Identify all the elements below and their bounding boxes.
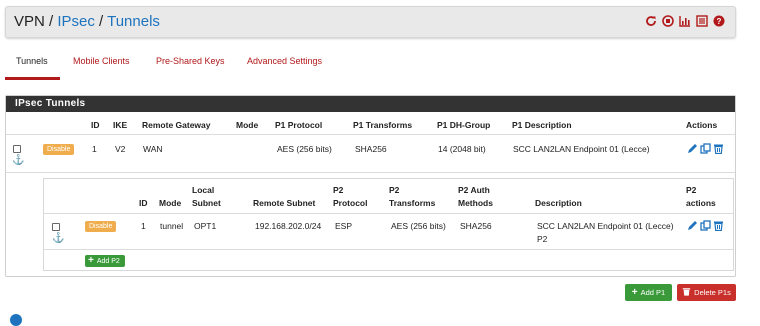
trash-icon <box>682 287 691 298</box>
p2-col-protocol-line2: Protocol <box>333 198 368 208</box>
divider <box>6 172 735 173</box>
add-p2-button[interactable]: + Add P2 <box>85 255 125 267</box>
col-p1-protocol: P1 Protocol <box>275 120 323 130</box>
plus-icon: + <box>631 286 638 298</box>
add-p2-label: Add P2 <box>96 257 120 265</box>
p2-description-line2: P2 <box>537 234 548 244</box>
add-p1-button[interactable]: + Add P1 <box>625 284 672 301</box>
trash-icon[interactable] <box>713 220 724 231</box>
col-actions: Actions <box>686 120 718 130</box>
col-mode: Mode <box>236 120 259 130</box>
p2-local-subnet: OPT1 <box>194 221 217 231</box>
tab-pre-shared-keys[interactable]: Pre-Shared Keys <box>156 56 225 66</box>
p2-select-checkbox[interactable] <box>52 223 60 231</box>
panel-title: IPsec Tunnels <box>6 96 735 112</box>
tab-bar: Tunnels Mobile Clients Pre-Shared Keys A… <box>5 56 736 82</box>
p1-select-checkbox[interactable] <box>13 145 21 153</box>
edit-icon[interactable] <box>687 143 698 154</box>
p1-actions <box>687 143 724 154</box>
p2-col-description: Description <box>535 198 582 208</box>
divider <box>6 134 735 135</box>
col-p1-transforms: P1 Transforms <box>353 120 413 130</box>
ipsec-tunnels-panel: IPsec Tunnels ID IKE Remote Gateway Mode… <box>5 95 736 277</box>
delete-p1s-button[interactable]: Delete P1s <box>677 284 736 301</box>
col-ike: IKE <box>113 120 128 130</box>
svg-text:?: ? <box>717 17 722 26</box>
p2-table: ID Mode Local Subnet Remote Subnet P2 Pr… <box>43 178 734 271</box>
tab-mobile-clients[interactable]: Mobile Clients <box>73 56 130 66</box>
p1-protocol: AES (256 bits) <box>277 144 332 154</box>
p2-col-transforms-line1: P2 <box>389 185 400 195</box>
edit-icon[interactable] <box>687 220 698 231</box>
p2-col-auth-line2: Methods <box>458 198 493 208</box>
list-icon[interactable] <box>696 15 708 27</box>
p1-id: 1 <box>92 144 97 154</box>
p1-ike: V2 <box>115 144 126 154</box>
copy-icon[interactable] <box>700 220 711 231</box>
plus-icon: + <box>88 255 94 266</box>
col-p1-dh-group: P1 DH-Group <box>437 120 491 130</box>
add-p1-label: Add P1 <box>640 288 666 297</box>
breadcrumb: VPN / IPsec / Tunnels <box>14 13 160 30</box>
p1-description: SCC LAN2LAN Endpoint 01 (Lecce) <box>513 144 650 154</box>
divider <box>44 213 733 214</box>
tab-advanced-settings[interactable]: Advanced Settings <box>247 56 322 66</box>
p2-actions <box>687 220 724 231</box>
col-remote-gateway: Remote Gateway <box>142 120 211 130</box>
p1-transforms: SHA256 <box>355 144 387 154</box>
p2-col-remote-subnet: Remote Subnet <box>253 198 316 208</box>
tab-tunnels[interactable]: Tunnels <box>16 56 48 66</box>
trash-icon[interactable] <box>713 143 724 154</box>
delete-p1s-label: Delete P1s <box>694 288 731 297</box>
p1-remote-gateway: WAN <box>143 144 163 154</box>
p2-protocol: ESP <box>335 221 353 231</box>
p1-disable-button[interactable]: Disable <box>43 144 75 155</box>
chart-icon[interactable] <box>679 15 691 27</box>
p2-col-actions-line1: P2 <box>686 185 697 195</box>
anchor-icon[interactable]: ⚓ <box>12 156 24 166</box>
p2-col-transforms-line2: Transforms <box>389 198 436 208</box>
breadcrumb-ipsec-link[interactable]: IPsec <box>57 13 95 30</box>
reload-icon[interactable] <box>645 15 657 27</box>
stop-icon[interactable] <box>662 15 674 27</box>
anchor-icon[interactable]: ⚓ <box>52 234 64 244</box>
p2-col-protocol-line1: P2 <box>333 185 344 195</box>
col-p1-description: P1 Description <box>512 120 572 130</box>
divider <box>44 249 733 250</box>
p2-remote-subnet: 192.168.202.0/24 <box>255 221 322 231</box>
p2-col-id: ID <box>139 198 148 208</box>
p2-col-auth-line1: P2 Auth <box>458 185 490 195</box>
header-icon-group: ? <box>645 15 725 27</box>
breadcrumb-tunnels-link[interactable]: Tunnels <box>107 13 160 30</box>
copy-icon[interactable] <box>700 143 711 154</box>
p2-mode: tunnel <box>160 221 184 231</box>
breadcrumb-separator: / <box>94 13 108 30</box>
active-tab-indicator <box>5 77 60 80</box>
p2-col-mode: Mode <box>159 198 182 208</box>
page-header: VPN / IPsec / Tunnels ? <box>5 6 736 38</box>
p2-id: 1 <box>141 221 146 231</box>
info-icon[interactable] <box>10 314 22 326</box>
col-id: ID <box>91 120 100 130</box>
breadcrumb-separator: / <box>44 13 58 30</box>
breadcrumb-vpn: VPN <box>14 13 45 30</box>
p2-col-local-subnet-line2: Subnet <box>192 198 221 208</box>
p2-col-actions-line2: actions <box>686 198 716 208</box>
p2-col-local-subnet-line1: Local <box>192 185 215 195</box>
p2-auth: SHA256 <box>460 221 492 231</box>
p2-transforms: AES (256 bits) <box>391 221 446 231</box>
p2-disable-button[interactable]: Disable <box>85 221 117 232</box>
p2-description: SCC LAN2LAN Endpoint 01 (Lecce) <box>537 221 674 231</box>
help-icon[interactable]: ? <box>713 15 725 27</box>
p1-dh-group: 14 (2048 bit) <box>438 144 486 154</box>
